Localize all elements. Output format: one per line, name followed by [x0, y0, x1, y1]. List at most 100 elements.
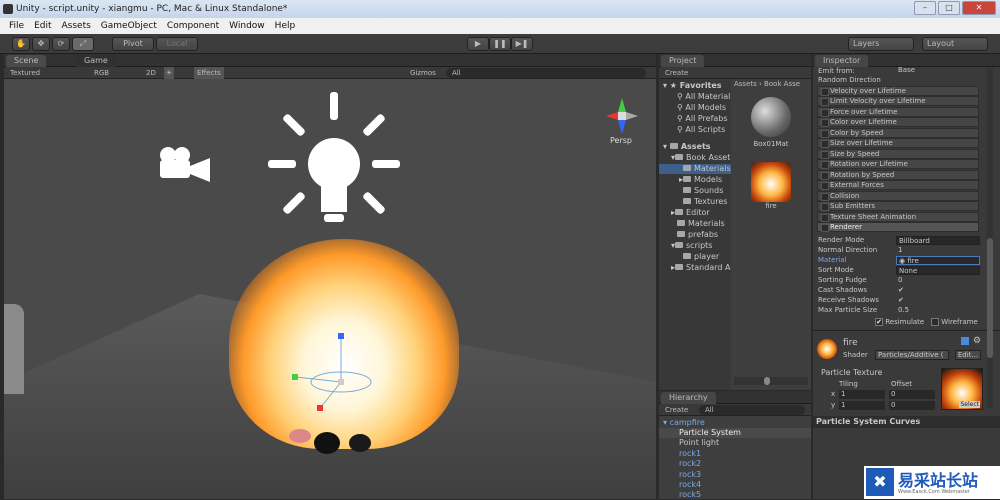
- tree-item[interactable]: Materials: [677, 219, 725, 229]
- resimulate-toggle[interactable]: ✔ Resimulate: [875, 318, 924, 326]
- layers-dropdown[interactable]: Layers: [848, 37, 914, 51]
- tree-item[interactable]: ▸ Standard A: [671, 263, 730, 273]
- hierarchy-item[interactable]: ▾ campfire: [663, 418, 705, 428]
- hierarchy-create-dropdown[interactable]: Create: [665, 406, 688, 414]
- orientation-gizmo-icon[interactable]: [602, 96, 642, 136]
- hierarchy-item[interactable]: rock4: [679, 480, 701, 490]
- menu-window[interactable]: Window: [224, 18, 270, 34]
- particle-system-curves-header[interactable]: Particle System Curves: [813, 416, 1000, 428]
- hierarchy-search-input[interactable]: All: [699, 405, 805, 415]
- module-toggle[interactable]: Rotation by Speed: [817, 170, 979, 180]
- minimize-button[interactable]: –: [914, 1, 936, 15]
- maximize-button[interactable]: □: [938, 1, 960, 15]
- menu-edit[interactable]: Edit: [29, 18, 56, 34]
- favorites-header[interactable]: ▾ ★ Favorites: [663, 81, 722, 91]
- pause-button[interactable]: ❚❚: [489, 37, 511, 51]
- tree-item[interactable]: player: [683, 252, 719, 262]
- move-tool-button[interactable]: ✥: [32, 37, 50, 51]
- tree-item[interactable]: Sounds: [683, 186, 723, 196]
- help-icon[interactable]: [961, 337, 969, 345]
- scale-tool-button[interactable]: ⤢: [72, 37, 94, 51]
- emit-from-dropdown[interactable]: Base: [898, 66, 915, 74]
- pivot-toggle[interactable]: Pivot: [112, 37, 154, 51]
- close-button[interactable]: ✕: [962, 1, 996, 15]
- sort-mode-dropdown[interactable]: None: [896, 266, 980, 275]
- menu-assets[interactable]: Assets: [57, 18, 96, 34]
- module-toggle[interactable]: Size by Speed: [817, 149, 979, 159]
- tab-game[interactable]: Game: [76, 55, 116, 67]
- offset-x-field[interactable]: 0: [889, 390, 935, 399]
- play-button[interactable]: ▶: [467, 37, 489, 51]
- module-toggle[interactable]: Color over Lifetime: [817, 117, 979, 127]
- max-particle-size-field[interactable]: 0.5: [896, 306, 980, 315]
- tab-project[interactable]: Project: [661, 55, 705, 67]
- step-button[interactable]: ▶❚: [511, 37, 533, 51]
- gizmos-dropdown[interactable]: Gizmos: [410, 67, 436, 79]
- rotate-tool-button[interactable]: ⟳: [52, 37, 70, 51]
- 2d-toggle[interactable]: 2D: [146, 67, 156, 79]
- render-mode-dropdown[interactable]: Textured: [10, 67, 40, 79]
- hierarchy-item[interactable]: rock2: [679, 459, 701, 469]
- fav-item[interactable]: ⚲ All Prefabs: [677, 114, 728, 124]
- layout-dropdown[interactable]: Layout: [922, 37, 988, 51]
- project-create-dropdown[interactable]: Create: [665, 69, 688, 77]
- hierarchy-item[interactable]: rock1: [679, 449, 701, 459]
- module-toggle[interactable]: Rotation over Lifetime: [817, 159, 979, 169]
- tab-scene[interactable]: Scene: [6, 55, 47, 67]
- hand-tool-button[interactable]: ✋: [12, 37, 30, 51]
- sorting-fudge-field[interactable]: 0: [896, 276, 980, 285]
- tab-hierarchy[interactable]: Hierarchy: [661, 392, 716, 404]
- tree-item[interactable]: ▸ Models: [679, 175, 722, 185]
- texture-select-button[interactable]: Select: [959, 401, 980, 408]
- effects-dropdown[interactable]: Effects: [194, 67, 224, 79]
- tree-item[interactable]: ▾ Book Asset: [671, 153, 730, 163]
- module-toggle[interactable]: External Forces: [817, 180, 979, 190]
- wireframe-toggle[interactable]: Wireframe: [931, 318, 978, 326]
- tree-item[interactable]: prefabs: [677, 230, 718, 240]
- menu-help[interactable]: Help: [270, 18, 301, 34]
- scene-view[interactable]: Scene Game Textured RGB 2D ☀ Effects Giz…: [4, 54, 656, 499]
- material-field[interactable]: ◉ fire: [896, 256, 980, 265]
- lighting-toggle[interactable]: ☀: [164, 67, 174, 79]
- project-breadcrumb[interactable]: Assets › Book Asse: [734, 80, 800, 88]
- color-mode-dropdown[interactable]: RGB: [94, 67, 109, 79]
- tiling-x-field[interactable]: 1: [839, 390, 885, 399]
- hierarchy-item[interactable]: Point light: [679, 438, 719, 448]
- texture-slot[interactable]: Select: [941, 368, 983, 410]
- module-toggle[interactable]: Limit Velocity over Lifetime: [817, 96, 979, 106]
- fire-material-thumbnail[interactable]: [751, 162, 791, 202]
- tree-item[interactable]: ▾ scripts: [671, 241, 712, 251]
- tree-item[interactable]: ▸ Editor: [671, 208, 710, 218]
- module-toggle[interactable]: Force over Lifetime: [817, 107, 979, 117]
- render-mode-dropdown[interactable]: Billboard: [896, 236, 980, 245]
- fav-item[interactable]: ⚲ All Models: [677, 103, 726, 113]
- cast-shadows-checkbox[interactable]: ✔: [896, 286, 980, 295]
- persp-label[interactable]: Persp: [610, 136, 632, 145]
- menu-gameobject[interactable]: GameObject: [96, 18, 162, 34]
- module-toggle[interactable]: Collision: [817, 191, 979, 201]
- hierarchy-item[interactable]: rock3: [679, 470, 701, 480]
- inspector-scrollbar[interactable]: [987, 68, 993, 408]
- module-toggle[interactable]: Texture Sheet Animation: [817, 212, 979, 222]
- menu-component[interactable]: Component: [162, 18, 224, 34]
- material-thumbnail[interactable]: [751, 97, 791, 137]
- gear-icon[interactable]: ⚙: [973, 336, 981, 346]
- fav-item[interactable]: ⚲ All Scripts: [677, 125, 725, 135]
- receive-shadows-checkbox[interactable]: ✔: [896, 296, 980, 305]
- tiling-y-field[interactable]: 1: [839, 401, 885, 410]
- transform-gizmo-icon[interactable]: [284, 329, 384, 419]
- module-toggle[interactable]: Velocity over Lifetime: [817, 86, 979, 96]
- tree-item-selected[interactable]: Materials: [659, 164, 731, 174]
- zoom-slider[interactable]: [734, 377, 808, 385]
- offset-y-field[interactable]: 0: [889, 401, 935, 410]
- scene-search-input[interactable]: All: [446, 68, 646, 78]
- module-toggle[interactable]: Size over Lifetime: [817, 138, 979, 148]
- normal-direction-field[interactable]: 1: [896, 246, 980, 255]
- fav-item[interactable]: ⚲ All Material: [677, 92, 730, 102]
- module-toggle[interactable]: Sub Emitters: [817, 201, 979, 211]
- tree-item[interactable]: Textures: [683, 197, 727, 207]
- local-toggle[interactable]: Local: [156, 37, 198, 51]
- assets-header[interactable]: ▾ Assets: [663, 142, 711, 152]
- module-toggle[interactable]: Color by Speed: [817, 128, 979, 138]
- edit-shader-button[interactable]: Edit...: [955, 350, 981, 360]
